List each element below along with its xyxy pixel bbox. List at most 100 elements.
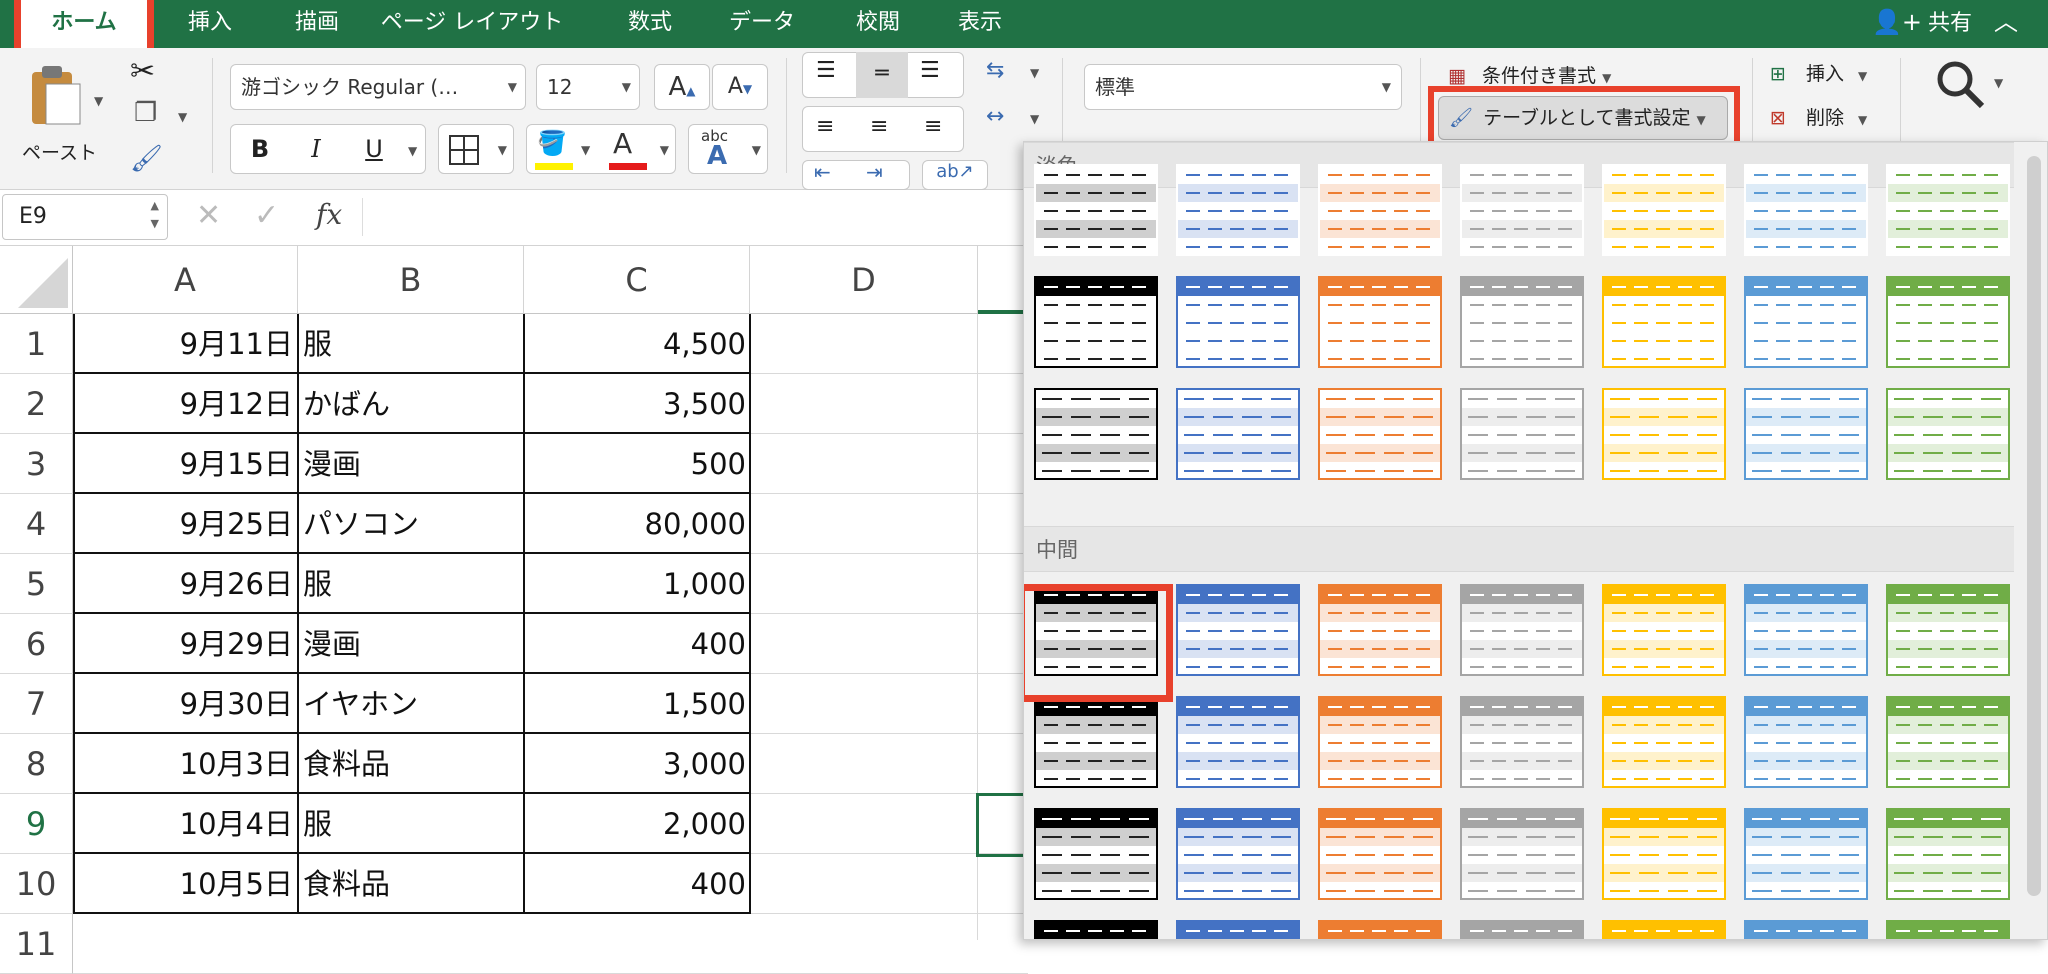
bold-button[interactable]: B: [240, 130, 280, 168]
table-style-option[interactable]: [1744, 696, 1868, 788]
row-header[interactable]: 7: [0, 674, 73, 734]
column-header-c[interactable]: C: [524, 246, 750, 314]
delete-cells-button[interactable]: ⊠ 削除 ▼: [1770, 102, 1867, 134]
table-style-option[interactable]: [1460, 920, 1584, 939]
table-style-option[interactable]: [1602, 808, 1726, 900]
row-header[interactable]: 11: [0, 914, 73, 974]
table-style-option[interactable]: [1176, 920, 1300, 939]
column-header-a[interactable]: A: [73, 246, 298, 314]
search-edit-button[interactable]: ▼ 編集: [1928, 54, 2018, 163]
table-style-option[interactable]: [1886, 696, 2010, 788]
table-style-option[interactable]: [1602, 388, 1726, 480]
name-box[interactable]: E9 ▲ ▼: [2, 194, 168, 240]
table-style-option[interactable]: [1318, 920, 1442, 939]
tab-draw[interactable]: 描画: [262, 0, 372, 48]
table-style-option[interactable]: [1886, 164, 2010, 256]
italic-button[interactable]: I: [296, 130, 336, 168]
row-header[interactable]: 1: [0, 314, 73, 374]
column-header-b[interactable]: B: [298, 246, 524, 314]
table-style-option[interactable]: [1318, 696, 1442, 788]
enter-icon[interactable]: ✓: [254, 198, 279, 233]
row-header[interactable]: 4: [0, 494, 73, 554]
table-style-option[interactable]: [1460, 584, 1584, 676]
table-style-option[interactable]: [1460, 696, 1584, 788]
table-style-option[interactable]: [1744, 276, 1868, 368]
formula-input[interactable]: [372, 196, 972, 238]
table-style-option[interactable]: [1602, 696, 1726, 788]
cell-amount[interactable]: [524, 914, 746, 974]
align-left-icon[interactable]: ≡: [816, 114, 834, 139]
table-style-option[interactable]: [1602, 276, 1726, 368]
tab-review[interactable]: 校閲: [828, 0, 928, 48]
table-style-option[interactable]: [1034, 388, 1158, 480]
table-style-option[interactable]: [1318, 276, 1442, 368]
decrease-indent-icon[interactable]: ⇤: [814, 160, 831, 184]
table-style-option[interactable]: [1744, 388, 1868, 480]
copy-icon[interactable]: ❐: [134, 98, 157, 128]
table-style-option[interactable]: [1744, 164, 1868, 256]
table-style-option[interactable]: [1460, 388, 1584, 480]
insert-cells-button[interactable]: ⊞ 挿入 ▼: [1770, 58, 1867, 90]
table-style-option[interactable]: [1602, 164, 1726, 256]
table-style-option[interactable]: [1460, 164, 1584, 256]
decrease-font-size-button[interactable]: A▼: [712, 64, 768, 110]
merge-center-icon[interactable]: ↔: [986, 104, 1004, 129]
table-style-option[interactable]: [1744, 920, 1868, 939]
table-style-option[interactable]: [1176, 164, 1300, 256]
table-style-option[interactable]: [1318, 808, 1442, 900]
align-center-icon[interactable]: ≡: [870, 114, 888, 139]
orientation-button[interactable]: ab↗: [922, 160, 988, 190]
tab-formulas[interactable]: 数式: [600, 0, 700, 48]
row-header[interactable]: 5: [0, 554, 73, 614]
font-name-select[interactable]: 游ゴシック Regular (… ▼: [230, 64, 526, 110]
table-style-option[interactable]: [1886, 584, 2010, 676]
tab-data[interactable]: データ: [712, 0, 812, 48]
table-style-option[interactable]: [1460, 276, 1584, 368]
table-style-option[interactable]: [1318, 388, 1442, 480]
gallery-scrollbar[interactable]: [2027, 156, 2041, 896]
cancel-icon[interactable]: ✕: [196, 198, 221, 233]
align-top-icon[interactable]: ☰: [816, 58, 836, 83]
tab-view[interactable]: 表示: [930, 0, 1030, 48]
row-header[interactable]: 3: [0, 434, 73, 494]
underline-button[interactable]: U: [354, 130, 394, 168]
wrap-text-icon[interactable]: ⇆: [986, 58, 1004, 83]
borders-button[interactable]: ▼: [438, 124, 514, 174]
collapse-ribbon-icon[interactable]: ︿: [1994, 0, 2018, 48]
table-style-option[interactable]: [1744, 584, 1868, 676]
cell-date[interactable]: [73, 914, 293, 974]
increase-indent-icon[interactable]: ⇥: [866, 160, 883, 184]
table-style-option[interactable]: [1886, 920, 2010, 939]
align-right-icon[interactable]: ≡: [924, 114, 942, 139]
column-header-d[interactable]: D: [750, 246, 978, 314]
table-style-option[interactable]: [1886, 808, 2010, 900]
font-size-select[interactable]: 12 ▼: [536, 64, 640, 110]
tab-page-layout[interactable]: ページ レイアウト: [362, 0, 582, 48]
column-header-e[interactable]: [978, 246, 1028, 314]
phonetic-button[interactable]: abc A ▼: [688, 124, 768, 174]
table-style-option[interactable]: [1886, 276, 2010, 368]
tab-insert[interactable]: 挿入: [160, 0, 260, 48]
table-style-option[interactable]: [1034, 164, 1158, 256]
table-style-option[interactable]: [1034, 696, 1158, 788]
share-button[interactable]: 👤+ 共有: [1872, 0, 1972, 48]
table-style-option[interactable]: [1034, 808, 1158, 900]
paste-button[interactable]: ▼ ペースト: [18, 56, 114, 168]
increase-font-size-button[interactable]: A▲: [654, 64, 710, 110]
format-painter-icon[interactable]: 🖌: [130, 144, 163, 174]
row-header[interactable]: 6: [0, 614, 73, 674]
cell-item[interactable]: [303, 914, 523, 974]
table-style-option[interactable]: [1602, 584, 1726, 676]
row-header[interactable]: 2: [0, 374, 73, 434]
table-style-option[interactable]: [1744, 808, 1868, 900]
table-style-option[interactable]: [1176, 388, 1300, 480]
row-header[interactable]: 8: [0, 734, 73, 794]
table-style-option[interactable]: [1602, 920, 1726, 939]
insert-function-icon[interactable]: fx: [316, 198, 342, 231]
row-header[interactable]: 9: [0, 794, 73, 854]
select-all-corner[interactable]: [0, 246, 73, 314]
row-header[interactable]: 10: [0, 854, 73, 914]
table-style-option[interactable]: [1034, 276, 1158, 368]
table-style-option[interactable]: [1318, 584, 1442, 676]
number-format-select[interactable]: 標準 ▼: [1084, 64, 1402, 110]
